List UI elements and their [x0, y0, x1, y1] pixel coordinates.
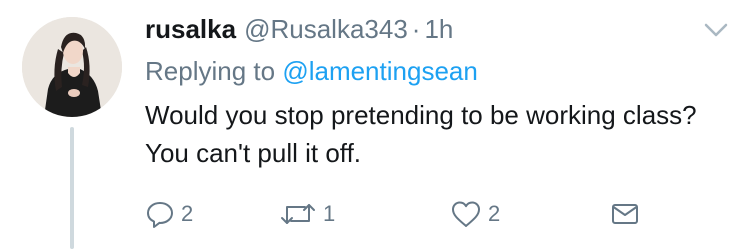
thread-line [70, 127, 74, 249]
separator-dot: · [411, 14, 421, 44]
like-count: 2 [488, 201, 501, 226]
avatar[interactable] [22, 17, 122, 117]
retweet-icon [279, 199, 317, 229]
retweet-button[interactable]: 1 [279, 196, 335, 232]
reply-count: 2 [181, 201, 194, 226]
action-bar: 2 1 2 [145, 196, 745, 232]
display-name[interactable]: rusalka [145, 14, 236, 44]
envelope-icon [610, 199, 640, 229]
avatar-image [22, 17, 122, 117]
tweet-text: Would you stop pretending to be working … [145, 100, 697, 168]
reply-button[interactable]: 2 [145, 196, 193, 232]
like-button[interactable]: 2 [450, 196, 500, 232]
speech-bubble-icon [145, 199, 175, 229]
tweet-header: rusalka @Rusalka343 · 1h [145, 14, 453, 50]
timestamp[interactable]: 1h [424, 14, 453, 44]
tweet-card: rusalka @Rusalka343 · 1h Replying to @lamen… [0, 0, 749, 249]
replying-to-label: Replying to [145, 56, 276, 86]
retweet-count: 1 [323, 201, 336, 226]
replying-to-handle-link[interactable]: @lamentingsean [282, 56, 478, 86]
heart-icon [450, 199, 482, 229]
direct-message-button[interactable] [610, 196, 640, 232]
chevron-down-icon[interactable] [702, 20, 730, 40]
replying-to-line: Replying to @lamentingsean [145, 56, 478, 87]
user-handle[interactable]: @Rusalka343 [244, 14, 408, 44]
